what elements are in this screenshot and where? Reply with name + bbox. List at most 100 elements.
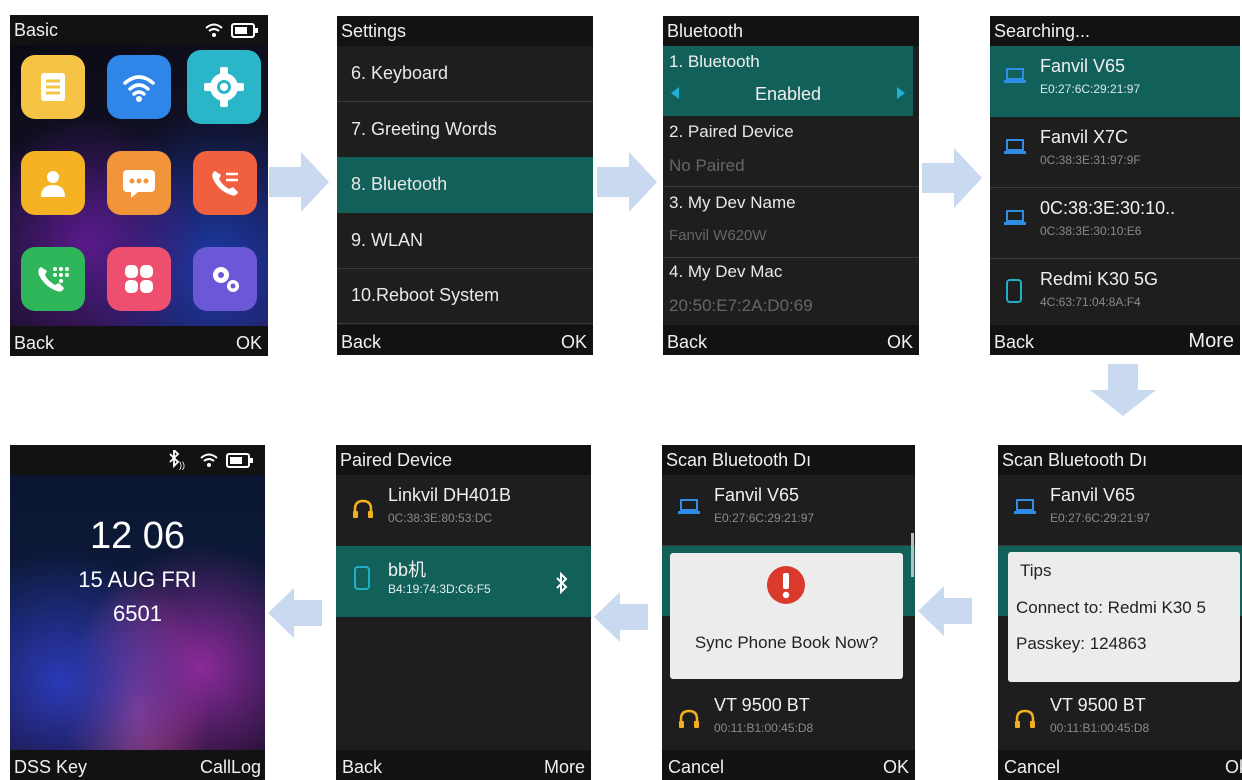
- softkey-bar: Back More: [336, 750, 591, 780]
- device-row[interactable]: VT 9500 BT 00:11:B1:00:45:D8: [662, 685, 915, 755]
- softkey-ok[interactable]: Ok: [1225, 757, 1242, 778]
- clock-date: 15 AUG FRI: [78, 567, 197, 592]
- headphones-icon: [679, 709, 699, 728]
- device-row[interactable]: Redmi K30 5G 4C:63:71:04:8A:F4: [990, 259, 1240, 329]
- softkey-back[interactable]: Back: [667, 332, 707, 353]
- device-row-selected[interactable]: bb机 B4:19:74:3D:C6:F5: [336, 546, 591, 617]
- laptop-icon: [678, 499, 700, 514]
- screen-sync-phonebook: Scan Bluetooth Dı Fanvil V65 E0:27:6C:29…: [662, 445, 915, 780]
- contacts-book-icon[interactable]: [21, 55, 85, 119]
- device-name: Fanvil V65: [1050, 485, 1136, 505]
- tips-dialog: Tips Connect to: Redmi K30 5 Passkey: 12…: [1008, 552, 1240, 682]
- dialog-passkey-text: Passkey: 124863: [1016, 634, 1147, 653]
- softkey-cancel[interactable]: Cancel: [668, 757, 724, 778]
- menu-item-wlan[interactable]: 9. WLAN: [337, 213, 593, 269]
- softkey-ok[interactable]: OK: [883, 757, 909, 778]
- setting-paired-device[interactable]: 2. Paired Device No Paired: [663, 116, 919, 187]
- flow-arrow-left-2: [594, 592, 648, 642]
- device-name: Fanvil X7C: [1040, 127, 1129, 147]
- scrollbar[interactable]: [911, 533, 914, 577]
- dialog-title: Tips: [1020, 561, 1052, 580]
- softkey-bar: Back OK: [10, 326, 268, 356]
- softkey-back[interactable]: Back: [341, 332, 381, 353]
- flow-arrow-down: [1090, 364, 1156, 416]
- laptop-icon: [1004, 210, 1026, 225]
- device-name: VT 9500 BT: [714, 695, 810, 715]
- device-name: bb机: [388, 560, 427, 580]
- softkey-back[interactable]: Back: [342, 757, 382, 778]
- dialog-connect-text: Connect to: Redmi K30 5: [1016, 598, 1206, 617]
- settings-gear-icon[interactable]: [187, 50, 261, 124]
- device-mac: 0C:38:3E:30:10:E6: [1040, 224, 1142, 238]
- laptop-icon: [1004, 139, 1026, 154]
- device-row[interactable]: Fanvil V65 E0:27:6C:29:21:97: [998, 475, 1242, 546]
- headphones-icon: [353, 499, 373, 518]
- device-mac: 00:11:B1:00:45:D8: [1050, 721, 1150, 735]
- phone-icon: [1006, 279, 1022, 303]
- wifi-icon[interactable]: [107, 55, 171, 119]
- device-row[interactable]: VT 9500 BT 00:11:B1:00:45:D8: [998, 685, 1242, 755]
- menu-item-greeting-words[interactable]: 7. Greeting Words: [337, 102, 593, 158]
- menu-item-reboot-system[interactable]: 10.Reboot System: [337, 268, 593, 324]
- softkey-back[interactable]: Back: [14, 333, 54, 354]
- flow-arrow-right-1: [269, 152, 329, 212]
- device-name: Linkvil DH401B: [388, 485, 512, 505]
- screen-title: Settings: [337, 16, 593, 46]
- softkey-bar: Back OK: [337, 325, 593, 355]
- screen-idle-home: )) 12 06 15 AUG FRI 6501 DSS Key CallLog: [10, 445, 265, 780]
- call-forward-icon[interactable]: [193, 151, 257, 215]
- softkey-dss-key[interactable]: DSS Key: [14, 757, 87, 778]
- message-icon[interactable]: [107, 151, 171, 215]
- flow-arrow-left-1: [918, 586, 972, 636]
- device-mac: 0C:38:3E:31:97:9F: [1040, 153, 1141, 167]
- softkey-back[interactable]: Back: [994, 332, 1034, 353]
- bluetooth-icon: [556, 572, 568, 594]
- screen-title: Searching...: [990, 16, 1240, 46]
- softkey-cancel[interactable]: Cancel: [1004, 757, 1060, 778]
- person-icon[interactable]: [21, 151, 85, 215]
- device-row[interactable]: Linkvil DH401B 0C:38:3E:80:53:DC: [336, 475, 591, 545]
- device-row[interactable]: Fanvil X7C 0C:38:3E:31:97:9F: [990, 117, 1240, 188]
- dialog-message: Sync Phone Book Now?: [694, 633, 879, 652]
- device-row[interactable]: 0C:38:3E:30:10.. 0C:38:3E:30:10:E6: [990, 188, 1240, 259]
- setting-value: Fanvil W620W: [669, 227, 767, 244]
- setting-bluetooth-toggle[interactable]: 1. Bluetooth Enabled: [663, 46, 913, 116]
- softkey-ok[interactable]: OK: [887, 332, 913, 353]
- status-bar-icons: [204, 20, 262, 45]
- status-bar: )): [10, 445, 265, 475]
- clock-time: 12 06: [89, 515, 186, 557]
- screen-home-menu: Basic Back OK: [10, 15, 268, 356]
- menu-item-keyboard[interactable]: 6. Keyboard: [337, 46, 593, 102]
- setting-value: Enabled: [754, 84, 822, 104]
- setting-label: 4. My Dev Mac: [669, 262, 783, 281]
- apps-icon[interactable]: [107, 247, 171, 311]
- softkey-bar: DSS Key CallLog: [10, 750, 265, 780]
- device-row[interactable]: Fanvil V65 E0:27:6C:29:21:97: [990, 46, 1240, 117]
- wifi-battery-icons: [205, 23, 258, 38]
- device-mac: 4C:63:71:04:8A:F4: [1040, 295, 1141, 309]
- device-name: Fanvil V65: [1040, 56, 1126, 76]
- softkey-more[interactable]: More: [1188, 330, 1234, 353]
- setting-my-dev-mac[interactable]: 4. My Dev Mac 20:50:E7:2A:D0:69: [663, 258, 919, 324]
- arrow-right-icon[interactable]: [897, 87, 905, 99]
- device-mac: E0:27:6C:29:21:97: [1040, 82, 1141, 96]
- device-name: Redmi K30 5G: [1040, 269, 1159, 289]
- softkey-bar: Cancel Ok: [998, 750, 1242, 780]
- status-icons: )): [169, 450, 253, 470]
- setting-my-dev-name[interactable]: 3. My Dev Name Fanvil W620W: [663, 187, 919, 258]
- softkey-more[interactable]: More: [544, 757, 585, 778]
- device-row[interactable]: Fanvil V65 E0:27:6C:29:21:97: [662, 475, 915, 546]
- softkey-ok[interactable]: OK: [561, 332, 587, 353]
- device-mac: B4:19:74:3D:C6:F5: [388, 582, 491, 596]
- setting-value: 20:50:E7:2A:D0:69: [669, 296, 813, 315]
- menu-item-bluetooth[interactable]: 8. Bluetooth: [337, 157, 593, 213]
- alert-icon: [767, 566, 805, 604]
- dialpad-icon[interactable]: [21, 247, 85, 311]
- screen-title: Bluetooth: [663, 16, 919, 46]
- softkey-calllog[interactable]: CallLog: [200, 757, 261, 778]
- advanced-settings-icon[interactable]: [193, 247, 257, 311]
- device-name: 0C:38:3E:30:10..: [1040, 198, 1176, 218]
- softkey-ok[interactable]: OK: [236, 333, 262, 354]
- setting-label: 2. Paired Device: [669, 122, 794, 141]
- device-mac: 00:11:B1:00:45:D8: [714, 721, 814, 735]
